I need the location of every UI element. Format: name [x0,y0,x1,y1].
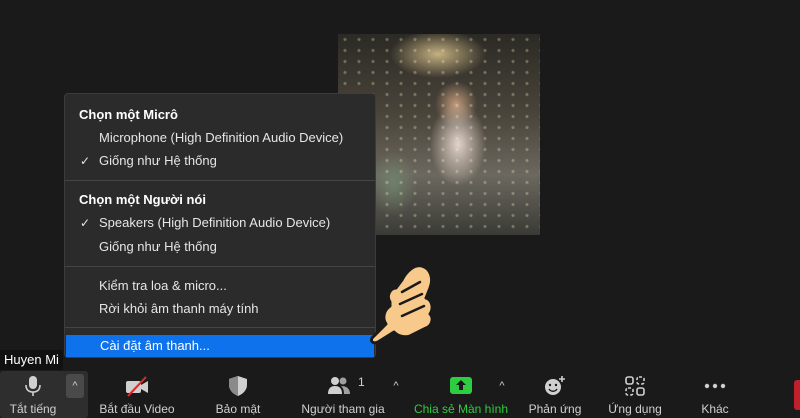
mute-label: Tắt tiếng [9,402,57,416]
share-screen-icon [450,377,472,394]
participant-name-tag: Huyen Mi [0,350,63,370]
menu-item-audio-settings[interactable]: Cài đặt âm thanh... [66,335,374,357]
reactions-button[interactable]: Phản ứng [524,371,586,418]
end-meeting-button[interactable] [794,380,800,410]
apps-icon [625,376,645,396]
menu-item-label: Giống như Hệ thống [99,153,217,168]
share-screen-label: Chia sẻ Màn hình [413,402,509,416]
audio-options-menu: Chọn một Micrô Microphone (High Definiti… [64,93,376,358]
checkmark-icon: ✓ [80,216,91,230]
menu-item-microphone-hd[interactable]: Microphone (High Definition Audio Device… [65,127,375,149]
start-video-label: Bắt đầu Video [99,402,175,416]
menu-item-leave-computer-audio[interactable]: Rời khỏi âm thanh máy tính [65,298,375,320]
audio-options-caret[interactable]: ^ [66,374,84,398]
participants-label: Người tham gia [301,402,385,416]
pointing-hand-icon [370,264,434,345]
menu-item-label: Giống như Hệ thống [99,239,217,254]
security-label: Bảo mật [215,402,261,416]
menu-divider [65,327,375,328]
menu-divider [65,266,375,267]
apps-button[interactable]: Ứng dụng [604,371,666,418]
security-button[interactable]: Bảo mật [208,371,268,418]
menu-item-label: Speakers (High Definition Audio Device) [99,215,331,230]
participants-icon [328,377,350,394]
menu-item-label: Microphone (High Definition Audio Device… [99,130,344,145]
participants-button[interactable]: 1 Người tham gia [296,371,390,418]
menu-item-speakers-hd[interactable]: ✓ Speakers (High Definition Audio Device… [65,212,375,234]
checkmark-icon: ✓ [80,154,91,168]
participants-count: 1 [358,375,365,389]
share-caret[interactable]: ^ [493,374,511,398]
reactions-label: Phản ứng [528,402,582,416]
menu-divider [65,180,375,181]
meeting-toolbar: Tắt tiếng ^ Bắt đầu Video Bảo mật 1 Ngườ… [0,371,800,418]
mute-button-group: Tắt tiếng ^ [0,371,88,418]
start-video-button[interactable]: Bắt đầu Video [92,371,182,418]
more-dots-icon [704,383,726,389]
menu-item-speaker-same-as-system[interactable]: Giống như Hệ thống [65,236,375,258]
menu-item-test-audio[interactable]: Kiểm tra loa & micro... [65,275,375,297]
speaker-section-header: Chọn một Người nói [79,192,206,207]
menu-item-mic-same-as-system[interactable]: ✓ Giống như Hệ thống [65,150,375,172]
shield-icon [229,376,247,396]
more-button[interactable]: Khác [690,371,740,418]
emoji-plus-icon [545,376,565,395]
more-label: Khác [701,402,729,416]
participants-caret[interactable]: ^ [387,374,405,398]
video-off-icon [126,376,148,397]
apps-label: Ứng dụng [608,402,662,416]
mic-section-header: Chọn một Micrô [79,107,178,122]
microphone-icon [25,376,41,396]
mute-button[interactable]: Tắt tiếng [0,371,66,418]
